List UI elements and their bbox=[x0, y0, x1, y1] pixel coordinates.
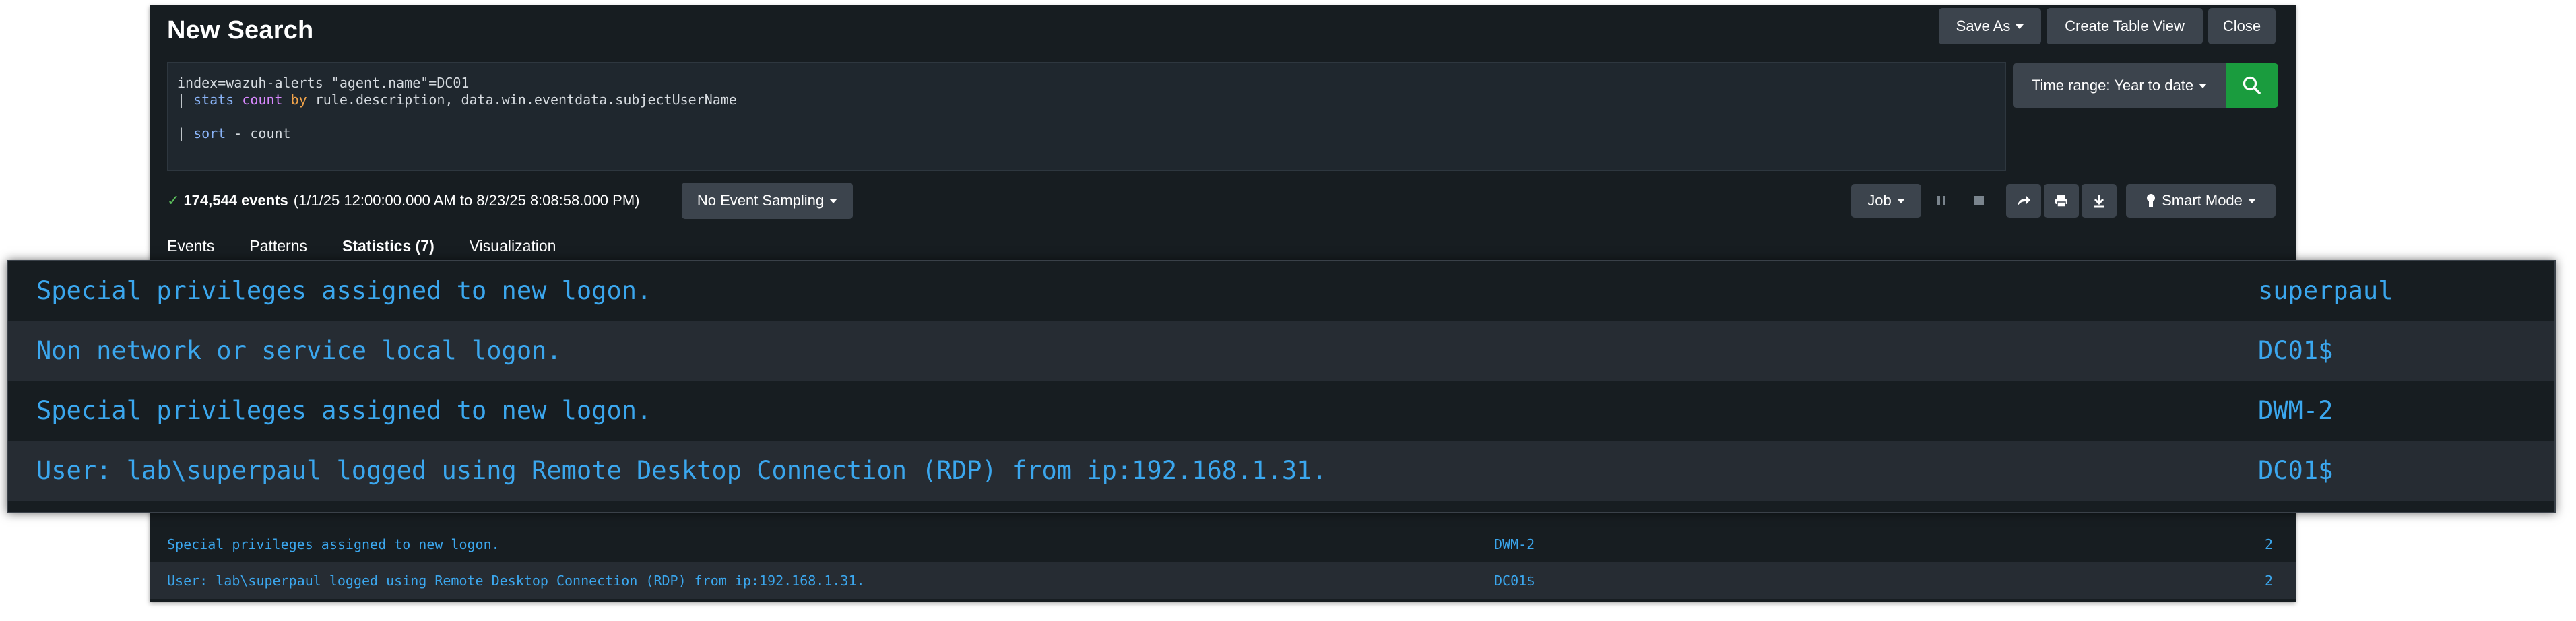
search-status: ✓ 174,544 events (1/1/25 12:00:00.000 AM… bbox=[167, 187, 639, 214]
query-line-2: | stats count by rule.description, data.… bbox=[177, 92, 1996, 108]
zoomed-cell-user[interactable]: DC01$ bbox=[2258, 456, 2333, 485]
save-as-label: Save As bbox=[1956, 18, 2011, 34]
checkmark-icon: ✓ bbox=[167, 192, 180, 209]
zoomed-cell-description[interactable]: User: lab\superpaul logged using Remote … bbox=[36, 456, 1327, 485]
time-range-picker[interactable]: Time range: Year to date bbox=[2013, 63, 2226, 108]
zoomed-table-row[interactable]: Special privileges assigned to new logon… bbox=[8, 261, 2554, 321]
table-cell-description[interactable]: Special privileges assigned to new logon… bbox=[167, 536, 500, 552]
search-icon bbox=[2243, 76, 2261, 94]
pause-button[interactable] bbox=[1929, 184, 1954, 218]
zoomed-cell-user[interactable]: DC01$ bbox=[2258, 336, 2333, 365]
search-button[interactable] bbox=[2226, 63, 2278, 108]
share-button[interactable] bbox=[2006, 184, 2041, 218]
print-button[interactable] bbox=[2044, 184, 2079, 218]
results-tabs: Events Patterns Statistics (7) Visualiza… bbox=[167, 229, 591, 263]
query-sort-args: - count bbox=[226, 125, 291, 141]
stop-button[interactable] bbox=[1967, 184, 1991, 218]
query-line-3 bbox=[177, 108, 1996, 125]
zoomed-cell-description[interactable]: Non network or service local logon. bbox=[36, 336, 562, 365]
query-pipe: | bbox=[177, 125, 194, 141]
event-sampling-label: No Event Sampling bbox=[697, 192, 825, 209]
event-count: 174,544 events bbox=[183, 192, 288, 209]
lightbulb-icon bbox=[2147, 194, 2156, 207]
export-button[interactable] bbox=[2082, 184, 2117, 218]
query-command-sort: sort bbox=[193, 125, 226, 141]
share-icon bbox=[2018, 195, 2030, 206]
zoomed-table-row[interactable]: Non network or service local logon. DC01… bbox=[8, 321, 2554, 381]
tab-statistics[interactable]: Statistics (7) bbox=[342, 229, 434, 263]
print-icon bbox=[2055, 195, 2067, 207]
tab-visualization[interactable]: Visualization bbox=[470, 229, 556, 263]
table-row[interactable]: User: lab\superpaul logged using Remote … bbox=[150, 562, 2296, 599]
tab-events[interactable]: Events bbox=[167, 229, 214, 263]
query-pipe: | bbox=[177, 92, 194, 108]
caret-down-icon bbox=[2247, 198, 2256, 203]
save-as-button[interactable]: Save As bbox=[1939, 8, 2041, 44]
query-line-4: | sort - count bbox=[177, 125, 1996, 142]
table-cell-user[interactable]: DC01$ bbox=[1494, 573, 1535, 589]
create-table-view-button[interactable]: Create Table View bbox=[2047, 8, 2203, 44]
smart-mode-label: Smart Mode bbox=[2162, 192, 2243, 209]
tab-patterns[interactable]: Patterns bbox=[249, 229, 307, 263]
table-row[interactable]: Special privileges assigned to new logon… bbox=[150, 526, 2296, 562]
stop-icon bbox=[1974, 196, 1984, 205]
page-title: New Search bbox=[167, 16, 314, 44]
caret-down-icon bbox=[829, 198, 838, 203]
query-line-1: index=wazuh-alerts "agent.name"=DC01 bbox=[177, 75, 470, 91]
zoomed-cell-description[interactable]: Special privileges assigned to new logon… bbox=[36, 276, 651, 305]
zoomed-cell-user[interactable]: superpaul bbox=[2258, 276, 2393, 305]
smart-mode-dropdown[interactable]: Smart Mode bbox=[2126, 184, 2276, 218]
query-keyword-by: by bbox=[290, 92, 307, 108]
job-label: Job bbox=[1867, 192, 1892, 209]
search-query-editor[interactable]: index=wazuh-alerts "agent.name"=DC01 | st… bbox=[167, 62, 2006, 171]
event-time-range: (1/1/25 12:00:00.000 AM to 8/23/25 8:08:… bbox=[293, 192, 640, 209]
pause-icon bbox=[1937, 196, 1945, 205]
event-sampling-dropdown[interactable]: No Event Sampling bbox=[682, 183, 853, 219]
zoomed-table-row[interactable]: User: lab\superpaul logged using Remote … bbox=[8, 441, 2554, 501]
job-menu-button[interactable]: Job bbox=[1851, 184, 1921, 218]
query-command-stats: stats bbox=[193, 92, 234, 108]
caret-down-icon bbox=[2016, 24, 2024, 29]
table-cell-description[interactable]: User: lab\superpaul logged using Remote … bbox=[167, 573, 865, 589]
zoomed-cell-user[interactable]: DWM-2 bbox=[2258, 396, 2333, 425]
zoomed-table-row[interactable]: Special privileges assigned to new logon… bbox=[8, 381, 2554, 441]
close-button[interactable]: Close bbox=[2208, 8, 2276, 44]
table-cell-count[interactable]: 2 bbox=[2265, 536, 2273, 552]
table-cell-user[interactable]: DWM-2 bbox=[1494, 536, 1535, 552]
time-range-label: Time range: Year to date bbox=[2031, 77, 2194, 94]
download-icon bbox=[2094, 195, 2104, 208]
query-function-count: count bbox=[242, 92, 283, 108]
query-fields: rule.description, data.win.eventdata.sub… bbox=[307, 92, 737, 108]
caret-down-icon bbox=[1896, 198, 1905, 203]
caret-down-icon bbox=[2199, 83, 2208, 88]
zoomed-cell-description[interactable]: Special privileges assigned to new logon… bbox=[36, 396, 651, 425]
table-cell-count[interactable]: 2 bbox=[2265, 573, 2273, 589]
zoomed-results-callout: Special privileges assigned to new logon… bbox=[7, 260, 2556, 513]
